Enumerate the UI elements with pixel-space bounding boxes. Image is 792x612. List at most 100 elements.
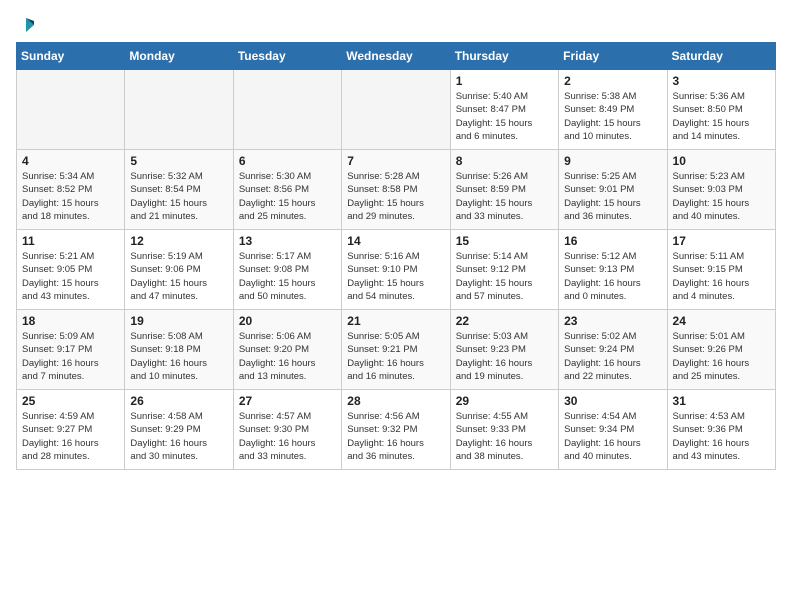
calendar-day: 12 Sunrise: 5:19 AM Sunset: 9:06 PM Dayli… (125, 230, 233, 310)
logo (16, 16, 36, 34)
day-number: 19 (130, 314, 227, 328)
day-number: 17 (673, 234, 770, 248)
page-header (16, 16, 776, 34)
logo-icon (18, 16, 36, 34)
day-info: Sunrise: 5:26 AM Sunset: 8:59 PM Dayligh… (456, 170, 553, 223)
day-info: Sunrise: 5:11 AM Sunset: 9:15 PM Dayligh… (673, 250, 770, 303)
day-number: 3 (673, 74, 770, 88)
calendar-day: 19 Sunrise: 5:08 AM Sunset: 9:18 PM Dayli… (125, 310, 233, 390)
day-number: 10 (673, 154, 770, 168)
calendar-day: 30Sunrise: 4:54 AM Sunset: 9:34 PM Dayli… (559, 390, 667, 470)
day-info: Sunrise: 5:25 AM Sunset: 9:01 PM Dayligh… (564, 170, 661, 223)
calendar-day: 17 Sunrise: 5:11 AM Sunset: 9:15 PM Dayli… (667, 230, 775, 310)
calendar-table: SundayMondayTuesdayWednesdayThursdayFrid… (16, 42, 776, 470)
calendar-day: 23 Sunrise: 5:02 AM Sunset: 9:24 PM Dayli… (559, 310, 667, 390)
day-info: Sunrise: 4:56 AM Sunset: 9:32 PM Dayligh… (347, 410, 444, 463)
calendar-day: 18 Sunrise: 5:09 AM Sunset: 9:17 PM Dayli… (17, 310, 125, 390)
calendar-day: 26 Sunrise: 4:58 AM Sunset: 9:29 PM Dayli… (125, 390, 233, 470)
calendar-day: 31 Sunrise: 4:53 AM Sunset: 9:36 PM Dayli… (667, 390, 775, 470)
calendar-day (233, 70, 341, 150)
calendar-header-tuesday: Tuesday (233, 43, 341, 70)
calendar-day: 22 Sunrise: 5:03 AM Sunset: 9:23 PM Dayli… (450, 310, 558, 390)
calendar-header-row: SundayMondayTuesdayWednesdayThursdayFrid… (17, 43, 776, 70)
calendar-week-row: 1Sunrise: 5:40 AM Sunset: 8:47 PM Daylig… (17, 70, 776, 150)
day-info: Sunrise: 4:54 AM Sunset: 9:34 PM Dayligh… (564, 410, 661, 463)
calendar-header-saturday: Saturday (667, 43, 775, 70)
calendar-header-monday: Monday (125, 43, 233, 70)
day-number: 14 (347, 234, 444, 248)
day-number: 8 (456, 154, 553, 168)
day-number: 12 (130, 234, 227, 248)
calendar-day: 1Sunrise: 5:40 AM Sunset: 8:47 PM Daylig… (450, 70, 558, 150)
calendar-day: 4Sunrise: 5:34 AM Sunset: 8:52 PM Daylig… (17, 150, 125, 230)
day-info: Sunrise: 5:14 AM Sunset: 9:12 PM Dayligh… (456, 250, 553, 303)
calendar-day: 20 Sunrise: 5:06 AM Sunset: 9:20 PM Dayli… (233, 310, 341, 390)
calendar-day (342, 70, 450, 150)
calendar-header-sunday: Sunday (17, 43, 125, 70)
calendar-header-wednesday: Wednesday (342, 43, 450, 70)
day-info: Sunrise: 5:16 AM Sunset: 9:10 PM Dayligh… (347, 250, 444, 303)
day-info: Sunrise: 5:23 AM Sunset: 9:03 PM Dayligh… (673, 170, 770, 223)
day-info: Sunrise: 4:58 AM Sunset: 9:29 PM Dayligh… (130, 410, 227, 463)
calendar-day: 3 Sunrise: 5:36 AM Sunset: 8:50 PM Daylig… (667, 70, 775, 150)
calendar-day: 28 Sunrise: 4:56 AM Sunset: 9:32 PM Dayli… (342, 390, 450, 470)
calendar-day: 16 Sunrise: 5:12 AM Sunset: 9:13 PM Dayli… (559, 230, 667, 310)
day-info: Sunrise: 5:02 AM Sunset: 9:24 PM Dayligh… (564, 330, 661, 383)
calendar-header-thursday: Thursday (450, 43, 558, 70)
day-number: 31 (673, 394, 770, 408)
day-number: 27 (239, 394, 336, 408)
day-number: 11 (22, 234, 119, 248)
day-info: Sunrise: 5:32 AM Sunset: 8:54 PM Dayligh… (130, 170, 227, 223)
day-info: Sunrise: 5:05 AM Sunset: 9:21 PM Dayligh… (347, 330, 444, 383)
day-info: Sunrise: 4:55 AM Sunset: 9:33 PM Dayligh… (456, 410, 553, 463)
day-number: 29 (456, 394, 553, 408)
calendar-day: 8 Sunrise: 5:26 AM Sunset: 8:59 PM Daylig… (450, 150, 558, 230)
calendar-day: 24Sunrise: 5:01 AM Sunset: 9:26 PM Dayli… (667, 310, 775, 390)
calendar-day: 11 Sunrise: 5:21 AM Sunset: 9:05 PM Dayli… (17, 230, 125, 310)
day-number: 26 (130, 394, 227, 408)
day-info: Sunrise: 5:03 AM Sunset: 9:23 PM Dayligh… (456, 330, 553, 383)
calendar-week-row: 18 Sunrise: 5:09 AM Sunset: 9:17 PM Dayli… (17, 310, 776, 390)
day-number: 20 (239, 314, 336, 328)
day-info: Sunrise: 5:28 AM Sunset: 8:58 PM Dayligh… (347, 170, 444, 223)
calendar-week-row: 4Sunrise: 5:34 AM Sunset: 8:52 PM Daylig… (17, 150, 776, 230)
day-info: Sunrise: 5:12 AM Sunset: 9:13 PM Dayligh… (564, 250, 661, 303)
calendar-day: 7 Sunrise: 5:28 AM Sunset: 8:58 PM Daylig… (342, 150, 450, 230)
calendar-day: 5Sunrise: 5:32 AM Sunset: 8:54 PM Daylig… (125, 150, 233, 230)
day-info: Sunrise: 4:53 AM Sunset: 9:36 PM Dayligh… (673, 410, 770, 463)
calendar-header-friday: Friday (559, 43, 667, 70)
calendar-day: 6 Sunrise: 5:30 AM Sunset: 8:56 PM Daylig… (233, 150, 341, 230)
day-number: 21 (347, 314, 444, 328)
calendar-day (17, 70, 125, 150)
day-number: 16 (564, 234, 661, 248)
calendar-week-row: 25Sunrise: 4:59 AM Sunset: 9:27 PM Dayli… (17, 390, 776, 470)
calendar-day: 9 Sunrise: 5:25 AM Sunset: 9:01 PM Daylig… (559, 150, 667, 230)
day-number: 6 (239, 154, 336, 168)
day-info: Sunrise: 5:38 AM Sunset: 8:49 PM Dayligh… (564, 90, 661, 143)
calendar-day: 14 Sunrise: 5:16 AM Sunset: 9:10 PM Dayli… (342, 230, 450, 310)
day-number: 2 (564, 74, 661, 88)
day-info: Sunrise: 5:36 AM Sunset: 8:50 PM Dayligh… (673, 90, 770, 143)
calendar-day: 13Sunrise: 5:17 AM Sunset: 9:08 PM Dayli… (233, 230, 341, 310)
day-number: 9 (564, 154, 661, 168)
day-info: Sunrise: 4:59 AM Sunset: 9:27 PM Dayligh… (22, 410, 119, 463)
day-number: 18 (22, 314, 119, 328)
day-number: 7 (347, 154, 444, 168)
day-info: Sunrise: 5:08 AM Sunset: 9:18 PM Dayligh… (130, 330, 227, 383)
day-number: 4 (22, 154, 119, 168)
day-number: 23 (564, 314, 661, 328)
day-number: 28 (347, 394, 444, 408)
day-number: 15 (456, 234, 553, 248)
day-info: Sunrise: 5:09 AM Sunset: 9:17 PM Dayligh… (22, 330, 119, 383)
day-info: Sunrise: 5:30 AM Sunset: 8:56 PM Dayligh… (239, 170, 336, 223)
day-number: 13 (239, 234, 336, 248)
day-info: Sunrise: 5:19 AM Sunset: 9:06 PM Dayligh… (130, 250, 227, 303)
day-number: 1 (456, 74, 553, 88)
calendar-day: 29 Sunrise: 4:55 AM Sunset: 9:33 PM Dayli… (450, 390, 558, 470)
calendar-day (125, 70, 233, 150)
day-number: 22 (456, 314, 553, 328)
calendar-day: 21 Sunrise: 5:05 AM Sunset: 9:21 PM Dayli… (342, 310, 450, 390)
day-number: 24 (673, 314, 770, 328)
day-info: Sunrise: 5:21 AM Sunset: 9:05 PM Dayligh… (22, 250, 119, 303)
day-info: Sunrise: 5:06 AM Sunset: 9:20 PM Dayligh… (239, 330, 336, 383)
